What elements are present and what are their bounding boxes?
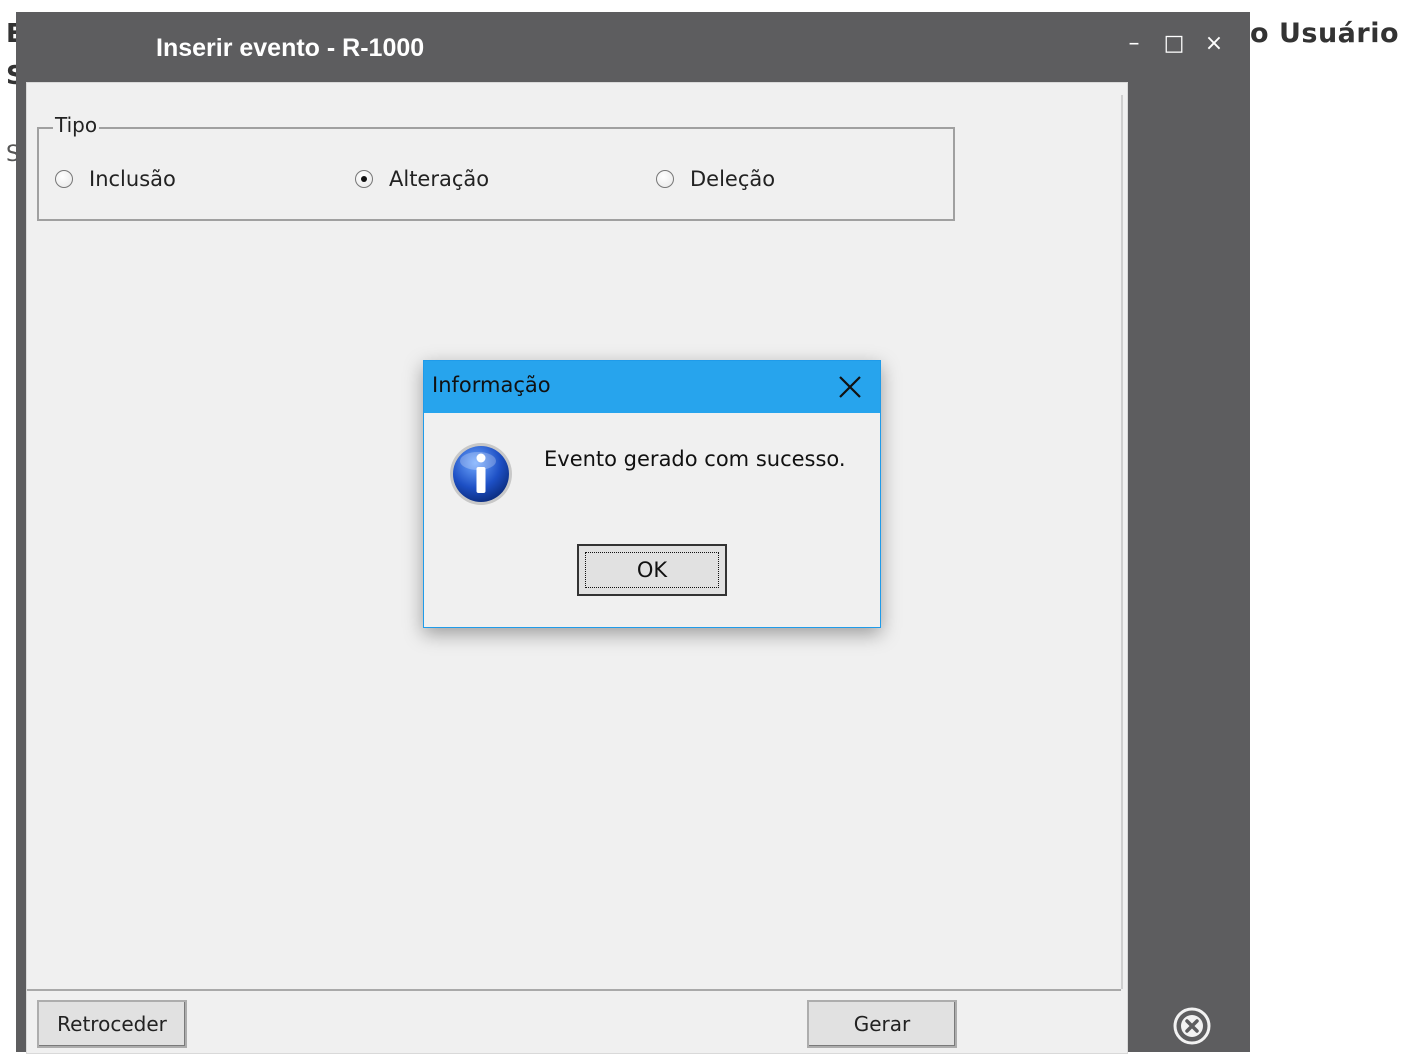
radio-alteracao-button[interactable] — [355, 170, 373, 188]
ok-button[interactable]: OK — [577, 544, 727, 596]
close-circle-icon[interactable] — [1172, 1006, 1212, 1046]
bottom-separator — [27, 989, 1121, 991]
info-icon — [450, 443, 512, 505]
tipo-groupbox: Tipo Inclusão Alteração Deleção — [37, 113, 955, 221]
close-icon[interactable]: × — [1200, 30, 1228, 58]
radio-alteracao-label: Alteração — [389, 167, 490, 191]
radio-delecao[interactable]: Deleção — [656, 167, 775, 191]
close-icon[interactable] — [836, 373, 864, 401]
modal-title: Inserir evento - R-1000 — [156, 34, 425, 62]
messagebox-message: Evento gerado com sucesso. — [544, 447, 846, 471]
retroceder-button[interactable]: Retroceder — [37, 1000, 187, 1048]
radio-alteracao[interactable]: Alteração — [355, 167, 489, 191]
tipo-legend: Tipo — [53, 113, 100, 137]
information-messagebox: Informação Evento gerado com sucesso. OK — [423, 360, 881, 628]
messagebox-titlebar: Informação — [424, 361, 880, 413]
radio-inclusao-button[interactable] — [55, 170, 73, 188]
radio-delecao-label: Deleção — [690, 167, 776, 191]
gerar-button[interactable]: Gerar — [807, 1000, 957, 1048]
minimize-icon[interactable]: – — [1120, 30, 1148, 58]
background-user-title: o Usuário — [1250, 18, 1400, 49]
radio-inclusao[interactable]: Inclusão — [55, 167, 176, 191]
ok-button-label: OK — [636, 558, 668, 582]
maximize-icon[interactable]: □ — [1160, 30, 1188, 58]
radio-delecao-button[interactable] — [656, 170, 674, 188]
radio-inclusao-label: Inclusão — [89, 167, 176, 191]
messagebox-title: Informação — [432, 373, 551, 397]
